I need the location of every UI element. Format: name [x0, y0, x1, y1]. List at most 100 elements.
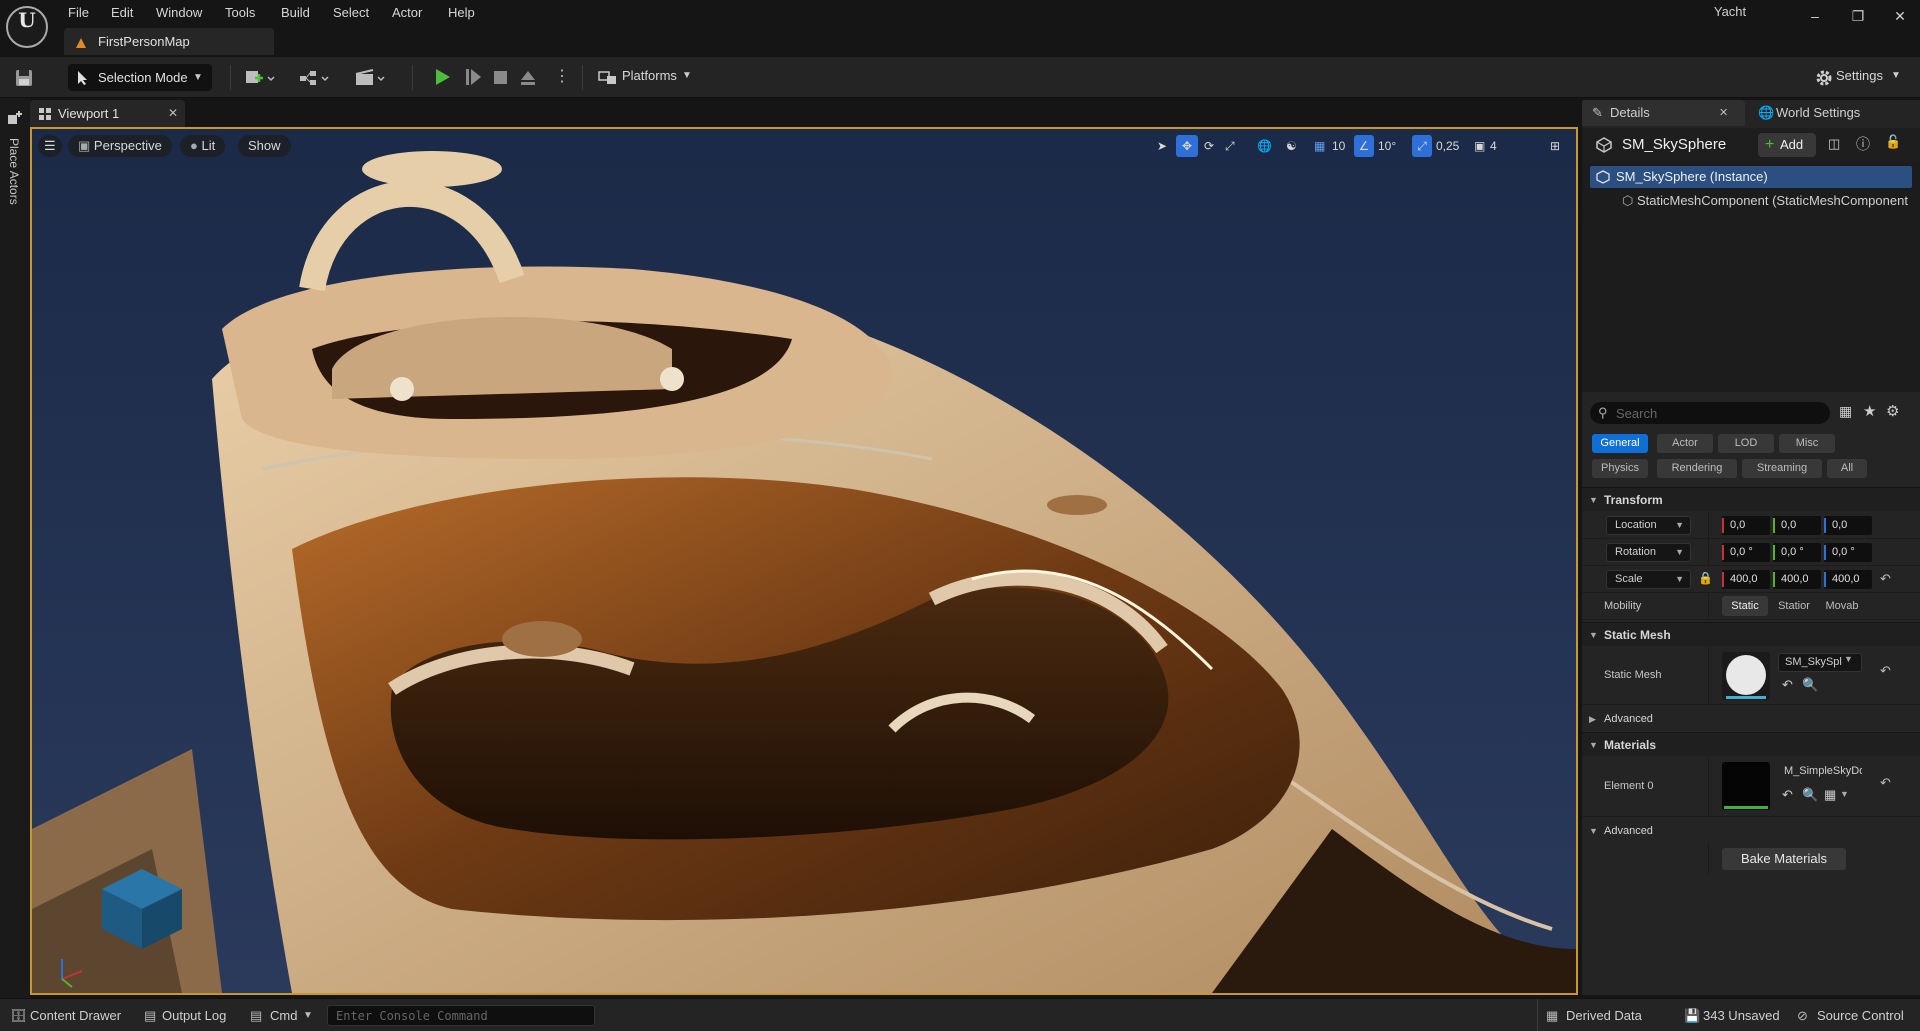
- filter-rendering[interactable]: Rendering: [1657, 459, 1737, 478]
- gear-icon[interactable]: ⚙: [1886, 402, 1899, 420]
- world-space-icon[interactable]: 🌐: [1257, 135, 1272, 157]
- use-selected-icon[interactable]: ↶: [1782, 677, 1793, 693]
- tab-world-settings[interactable]: 🌐 World Settings: [1750, 100, 1920, 126]
- minimize-icon[interactable]: –: [1803, 6, 1827, 26]
- level-viewport[interactable]: ☰ ▣ Perspective ● Lit Show ➤ ✥ ⟳ ⤢ 🌐 ☯ ▦…: [30, 127, 1578, 995]
- menu-actor[interactable]: Actor: [388, 3, 426, 23]
- scale-snap-value[interactable]: 0,25: [1436, 135, 1459, 157]
- bake-materials-button[interactable]: Bake Materials: [1722, 848, 1846, 870]
- rotation-x[interactable]: 0,0 °: [1722, 543, 1770, 562]
- unreal-logo-icon[interactable]: U: [6, 6, 48, 48]
- menu-edit[interactable]: Edit: [107, 3, 137, 23]
- grid-snap-value[interactable]: 10: [1332, 135, 1345, 157]
- settings-button[interactable]: Settings: [1836, 68, 1883, 83]
- derived-data-button[interactable]: Derived Data: [1566, 999, 1642, 1031]
- cinematics-icon[interactable]: [354, 68, 388, 88]
- location-dropdown[interactable]: Location ▼: [1606, 516, 1691, 535]
- location-x[interactable]: 0,0: [1722, 516, 1770, 535]
- stop-icon[interactable]: [490, 67, 510, 87]
- console-command-input[interactable]: [328, 1006, 594, 1025]
- filter-physics[interactable]: Physics: [1592, 459, 1648, 478]
- gear-icon[interactable]: [1814, 68, 1834, 88]
- viewport-layout-icon[interactable]: ⊞: [1550, 135, 1560, 157]
- advance-frame-icon[interactable]: [463, 67, 483, 87]
- scale-dropdown[interactable]: Scale ▼: [1606, 570, 1691, 589]
- output-log-button[interactable]: Output Log: [162, 999, 226, 1031]
- menu-window[interactable]: Window: [152, 3, 206, 23]
- rotation-snap-value[interactable]: 10°: [1378, 135, 1396, 157]
- console-command-field[interactable]: [327, 1005, 595, 1026]
- lit-button[interactable]: ● Lit: [180, 135, 226, 157]
- cmd-dropdown[interactable]: Cmd: [270, 999, 297, 1031]
- add-component-button[interactable]: + Add: [1758, 133, 1816, 157]
- star-icon[interactable]: ★: [1863, 402, 1876, 420]
- materials-advanced[interactable]: ▼ Advanced: [1582, 819, 1920, 843]
- browse-icon[interactable]: 🔍: [1802, 787, 1818, 803]
- content-drawer-button[interactable]: Content Drawer: [30, 999, 121, 1031]
- close-icon[interactable]: ✕: [1719, 100, 1728, 126]
- scale-tool-icon[interactable]: ⤢: [1225, 135, 1235, 157]
- section-transform[interactable]: ▼ Transform: [1582, 487, 1920, 511]
- show-button[interactable]: Show: [238, 135, 291, 157]
- tree-row-instance[interactable]: SM_SkySphere (Instance): [1590, 166, 1912, 188]
- unsaved-count[interactable]: 343 Unsaved: [1703, 999, 1780, 1031]
- surface-snap-icon[interactable]: ☯: [1286, 135, 1297, 157]
- browse-icon[interactable]: 🔍: [1802, 677, 1818, 693]
- translate-tool-icon[interactable]: ✥: [1176, 135, 1198, 157]
- platforms-button[interactable]: Platforms: [622, 68, 677, 83]
- rotation-dropdown[interactable]: Rotation ▼: [1606, 543, 1691, 562]
- scale-snap-icon[interactable]: ⤢: [1412, 135, 1432, 157]
- source-control-button[interactable]: Source Control: [1817, 999, 1904, 1031]
- rotation-y[interactable]: 0,0 °: [1773, 543, 1821, 562]
- scale-x[interactable]: 400,0: [1722, 570, 1770, 589]
- close-icon[interactable]: ✕: [168, 100, 178, 127]
- reset-icon[interactable]: ↶: [1880, 663, 1891, 679]
- material-options-icon[interactable]: ▦: [1824, 787, 1836, 803]
- restore-icon[interactable]: ❐: [1846, 6, 1870, 26]
- reset-icon[interactable]: ↶: [1880, 775, 1891, 791]
- material-asset-dropdown[interactable]: M_SimpleSkyDor: [1778, 763, 1862, 782]
- menu-select[interactable]: Select: [329, 3, 373, 23]
- close-window-icon[interactable]: ✕: [1888, 6, 1912, 26]
- filter-misc[interactable]: Misc: [1779, 434, 1835, 453]
- add-actor-icon[interactable]: [244, 68, 278, 88]
- mobility-movable[interactable]: Movab: [1820, 596, 1864, 616]
- table-view-icon[interactable]: ▦: [1839, 403, 1852, 420]
- rotation-z[interactable]: 0,0 °: [1824, 543, 1872, 562]
- selection-mode-dropdown[interactable]: Selection Mode ▼: [68, 64, 212, 91]
- map-tab[interactable]: FirstPersonMap: [64, 28, 274, 55]
- blueprint-icon[interactable]: [298, 68, 332, 88]
- filter-general[interactable]: General: [1592, 434, 1648, 453]
- filter-streaming[interactable]: Streaming: [1742, 459, 1822, 478]
- reset-icon[interactable]: ↶: [1880, 571, 1891, 587]
- menu-help[interactable]: Help: [444, 3, 479, 23]
- scale-y[interactable]: 400,0: [1773, 570, 1821, 589]
- location-y[interactable]: 0,0: [1773, 516, 1821, 535]
- rotation-snap-icon[interactable]: ∠: [1354, 135, 1374, 157]
- camera-speed-value[interactable]: 4: [1490, 135, 1497, 157]
- use-selected-icon[interactable]: ↶: [1782, 787, 1793, 803]
- mobility-stationary[interactable]: Statior: [1772, 596, 1816, 616]
- rotate-tool-icon[interactable]: ⟳: [1204, 135, 1214, 157]
- section-materials[interactable]: ▼ Materials: [1582, 732, 1920, 756]
- section-static-mesh[interactable]: ▼ Static Mesh: [1582, 622, 1920, 646]
- menu-file[interactable]: File: [64, 3, 93, 23]
- tree-row-component[interactable]: ⬡ StaticMeshComponent (StaticMeshCompone…: [1622, 190, 1908, 212]
- tab-details[interactable]: ✎ Details ✕: [1582, 100, 1745, 126]
- static-mesh-advanced[interactable]: ▶ Advanced: [1582, 707, 1920, 731]
- eject-icon[interactable]: [518, 67, 538, 87]
- save-icon[interactable]: [14, 68, 34, 88]
- viewport-tab[interactable]: Viewport 1 ✕: [30, 100, 185, 127]
- filter-all[interactable]: All: [1827, 459, 1867, 478]
- more-options-icon[interactable]: ⋮: [554, 67, 570, 87]
- viewport-options-button[interactable]: ☰: [38, 135, 62, 157]
- scale-z[interactable]: 400,0: [1824, 570, 1872, 589]
- actor-name[interactable]: SM_SkySphere: [1622, 136, 1726, 153]
- yacht-scene[interactable]: [32, 129, 1576, 993]
- blueprint-convert-icon[interactable]: ◫: [1828, 136, 1848, 154]
- material-thumbnail[interactable]: [1722, 762, 1770, 810]
- static-mesh-thumbnail[interactable]: [1722, 652, 1770, 700]
- place-actors-icon[interactable]: [7, 110, 23, 126]
- place-actors-tab[interactable]: Place Actors: [7, 138, 21, 205]
- details-search[interactable]: ⚲: [1590, 402, 1830, 424]
